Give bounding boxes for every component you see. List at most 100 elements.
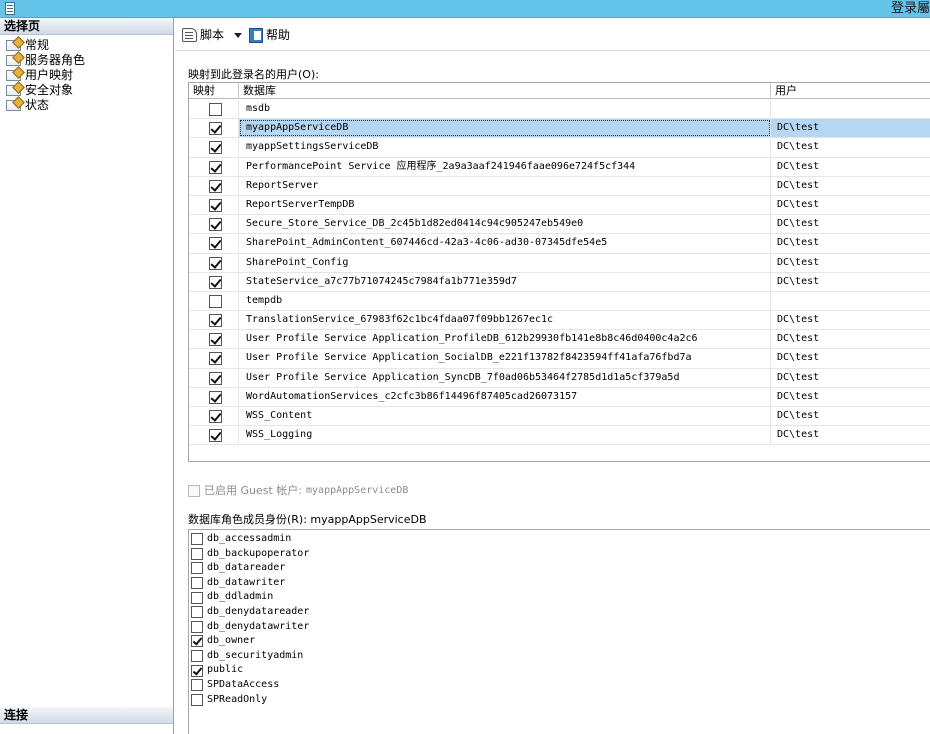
chevron-down-icon[interactable] (234, 32, 243, 38)
map-checkbox[interactable] (209, 352, 222, 366)
table-row[interactable]: WSS_Logging DC\test (189, 426, 930, 446)
page-item-securables[interactable]: 安全对象 (0, 83, 173, 98)
database-cell[interactable]: WSS_Logging (239, 426, 771, 445)
database-cell[interactable]: User Profile Service Application_Profile… (239, 330, 771, 349)
map-checkbox[interactable] (209, 179, 222, 193)
table-row[interactable]: TranslationService_67983f62c1bc4fdaa07f0… (189, 311, 930, 331)
help-button[interactable]: 帮助 (249, 26, 290, 44)
map-checkbox[interactable] (209, 198, 222, 212)
table-row[interactable]: User Profile Service Application_SocialD… (189, 349, 930, 369)
list-item[interactable]: db_ddladmin (189, 590, 930, 605)
user-cell[interactable]: DC\test (771, 330, 930, 348)
column-header-user[interactable]: 用户 (771, 83, 930, 99)
map-checkbox[interactable] (209, 160, 222, 174)
table-row[interactable]: SharePoint_Config DC\test (189, 253, 930, 273)
role-checkbox[interactable] (191, 635, 203, 648)
role-checkbox[interactable] (191, 591, 203, 604)
database-cell[interactable]: Secure_Store_Service_DB_2c45b1d82ed0414c… (239, 215, 771, 234)
table-row[interactable]: WSS_Content DC\test (189, 407, 930, 427)
user-cell[interactable]: DC\test (771, 311, 930, 329)
list-item[interactable]: db_denydatawriter (189, 620, 930, 635)
list-item[interactable]: db_backupoperator (189, 547, 930, 562)
database-cell[interactable]: tempdb (239, 291, 771, 310)
user-cell[interactable]: DC\test (771, 254, 930, 272)
map-checkbox[interactable] (209, 275, 222, 289)
database-cell[interactable]: myappSettingsServiceDB (239, 138, 771, 157)
role-checkbox[interactable] (191, 620, 203, 633)
map-checkbox[interactable] (209, 294, 222, 308)
map-checkbox[interactable] (209, 429, 222, 443)
database-cell[interactable]: SharePoint_AdminContent_607446cd-42a3-4c… (239, 234, 771, 253)
page-item-user-mapping[interactable]: 用户映射 (0, 68, 173, 83)
role-checkbox[interactable] (191, 533, 203, 546)
user-cell[interactable]: DC\test (771, 407, 930, 425)
table-row[interactable]: SharePoint_AdminContent_607446cd-42a3-4c… (189, 234, 930, 254)
table-row[interactable]: ReportServer DC\test (189, 176, 930, 196)
table-row[interactable]: ReportServerTempDB DC\test (189, 195, 930, 216)
page-item-server-roles[interactable]: 服务器角色 (0, 53, 173, 68)
user-cell[interactable]: DC\test (771, 215, 930, 233)
database-cell[interactable]: WordAutomationServices_c2cfc3b86f14496f8… (239, 387, 771, 406)
user-cell[interactable] (771, 100, 930, 118)
user-cell[interactable]: DC\test (771, 119, 930, 138)
table-row[interactable]: myappSettingsServiceDB DC\test (189, 138, 930, 158)
list-item[interactable]: db_datawriter (189, 576, 930, 591)
database-cell[interactable]: ReportServer (239, 176, 771, 195)
table-row[interactable]: tempdb (189, 291, 930, 312)
user-cell[interactable]: DC\test (771, 158, 930, 176)
table-row[interactable]: myappAppServiceDB DC\test (189, 119, 930, 139)
list-item[interactable]: db_denydatareader (189, 605, 930, 620)
role-checkbox[interactable] (191, 562, 203, 575)
map-checkbox[interactable] (209, 122, 222, 136)
role-checkbox[interactable] (191, 547, 203, 560)
map-checkbox[interactable] (209, 237, 222, 251)
role-checkbox[interactable] (191, 679, 203, 692)
role-membership-list[interactable]: db_accessadmin db_backupoperator db_datare… (188, 529, 930, 734)
database-cell[interactable]: msdb (239, 100, 771, 118)
page-item-general[interactable]: 常规 (0, 38, 173, 53)
list-item[interactable]: public (189, 663, 930, 678)
map-checkbox[interactable] (209, 218, 222, 232)
list-item[interactable]: db_datareader (189, 561, 930, 576)
map-checkbox[interactable] (209, 333, 222, 347)
role-checkbox[interactable] (191, 693, 203, 706)
list-item[interactable]: db_securityadmin (189, 649, 930, 664)
map-checkbox[interactable] (209, 410, 222, 423)
database-cell[interactable]: TranslationService_67983f62c1bc4fdaa07f0… (239, 311, 771, 330)
user-cell[interactable]: DC\test (771, 349, 930, 367)
user-cell[interactable]: DC\test (771, 273, 930, 291)
user-cell[interactable]: DC\test (771, 138, 930, 156)
user-cell[interactable]: DC\test (771, 196, 930, 214)
database-cell[interactable]: PerformancePoint Service 应用程序_2a9a3aaf24… (239, 157, 771, 176)
map-checkbox[interactable] (209, 390, 222, 404)
table-row[interactable]: PerformancePoint Service 应用程序_2a9a3aaf24… (189, 157, 930, 177)
user-cell[interactable]: DC\test (771, 388, 930, 406)
list-item[interactable]: SPDataAccess (189, 678, 930, 693)
table-row[interactable]: User Profile Service Application_SyncDB_… (189, 368, 930, 388)
database-cell[interactable]: myappAppServiceDB (239, 119, 771, 138)
database-cell[interactable]: StateService_a7c77b71074245c7984fa1b771e… (239, 272, 771, 291)
map-checkbox[interactable] (209, 314, 222, 328)
role-checkbox[interactable] (191, 664, 203, 677)
database-cell[interactable]: WSS_Content (239, 407, 771, 425)
role-checkbox[interactable] (191, 606, 203, 619)
map-checkbox[interactable] (209, 141, 222, 155)
database-cell[interactable]: User Profile Service Application_SyncDB_… (239, 368, 771, 387)
database-cell[interactable]: ReportServerTempDB (239, 195, 771, 214)
user-cell[interactable]: DC\test (771, 426, 930, 444)
database-cell[interactable]: User Profile Service Application_SocialD… (239, 349, 771, 368)
script-button[interactable]: 脚本 (182, 26, 243, 44)
user-cell[interactable] (771, 292, 930, 310)
map-checkbox[interactable] (209, 103, 222, 116)
column-header-database[interactable]: 数据库 (239, 83, 771, 99)
role-checkbox[interactable] (191, 650, 203, 663)
column-header-map[interactable]: 映射 (189, 83, 239, 99)
user-cell[interactable]: DC\test (771, 234, 930, 252)
table-row[interactable]: Secure_Store_Service_DB_2c45b1d82ed0414c… (189, 215, 930, 235)
list-item[interactable]: db_owner (189, 634, 930, 649)
table-row[interactable]: User Profile Service Application_Profile… (189, 330, 930, 350)
list-item[interactable]: db_accessadmin (189, 532, 930, 547)
table-row[interactable]: StateService_a7c77b71074245c7984fa1b771e… (189, 272, 930, 292)
page-item-status[interactable]: 状态 (0, 98, 173, 113)
table-row[interactable]: msdb (189, 100, 930, 120)
